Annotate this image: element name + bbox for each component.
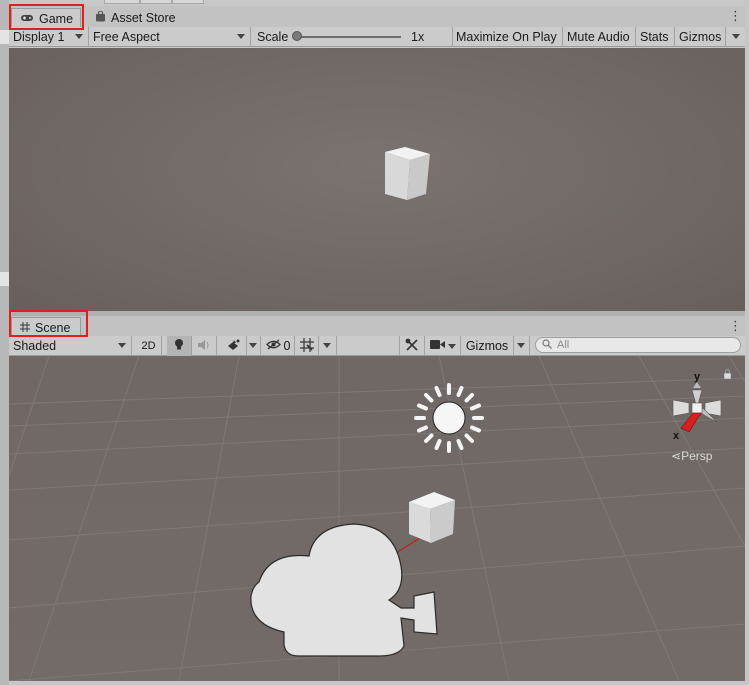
tab-game[interactable]: Game [11,8,81,28]
effects-icon [226,338,242,355]
game-view-canvas [385,147,430,200]
display-dropdown[interactable]: Display 1 [9,27,89,47]
chevron-down-icon [323,343,331,348]
speaker-icon [197,339,211,354]
scene-tab-bar: Scene ⋮ [9,316,745,337]
scene-lighting-toggle[interactable] [167,336,192,356]
cube-object [385,147,430,200]
scale-slider-track[interactable] [297,36,401,38]
scale-label: Scale [257,30,289,44]
mute-audio-label: Mute Audio [567,30,630,44]
cube-object[interactable] [409,492,455,543]
tab-scene[interactable]: Scene [11,317,81,337]
gutter-notch [0,30,9,44]
scene-gizmos-dropdown[interactable] [514,336,530,356]
projection-mode-text: Persp [681,449,713,463]
game-panel-menu-kebab[interactable]: ⋮ [729,9,742,23]
chevron-down-icon [517,343,525,348]
grid-snap-toggle[interactable] [295,336,319,356]
stats-label: Stats [640,30,669,44]
scene-camera-button[interactable] [425,336,461,356]
bottom-window-border [9,681,745,685]
chevron-down-icon [249,343,257,348]
gizmo-y-label: y [694,371,701,383]
tab-game-label: Game [39,11,74,26]
sun-light-icon[interactable] [414,383,484,453]
search-placeholder: All [557,339,570,351]
scene-toolbar: Shaded 2D 0 Gizmos All [9,336,745,356]
scene-view-canvas: y x ⋖Persp [9,356,745,681]
chevron-down-icon [447,343,456,349]
projection-mode-label[interactable]: ⋖Persp [671,449,713,463]
scene-panel: Scene ⋮ Shaded 2D 0 Gizmos All y x ⋖Pers… [9,316,745,681]
scene-audio-toggle[interactable] [192,336,217,356]
maximize-on-play-toggle[interactable]: Maximize On Play [453,27,563,47]
hidden-objects-toggle[interactable]: 0 [262,336,295,356]
mute-audio-toggle[interactable]: Mute Audio [563,27,636,47]
tab-asset-store[interactable]: Asset Store [87,8,184,28]
scene-effects-toggle[interactable] [221,336,247,356]
draw-mode-value: Shaded [13,339,57,353]
game-gizmos-toggle[interactable]: Gizmos [675,27,726,47]
game-gizmos-dropdown[interactable] [726,27,745,47]
scale-value: 1x [411,30,425,44]
search-icon [542,338,552,352]
gamepad-icon [20,12,34,26]
game-toolbar: Display 1 Free Aspect Scale 1x Maximize … [9,27,745,47]
aspect-dropdown[interactable]: Free Aspect [89,27,251,47]
scene-gizmos-toggle[interactable]: Gizmos [461,336,514,356]
scene-gizmos-label: Gizmos [465,339,509,353]
gizmo-x-label: x [673,430,680,442]
chevron-down-icon [118,343,126,348]
gutter-notch [0,272,9,286]
chevron-down-icon [75,34,83,39]
tab-scene-label: Scene [35,320,71,335]
grid-snap-dropdown[interactable] [319,336,337,356]
grid-hash-icon [20,321,30,335]
stats-toggle[interactable]: Stats [636,27,675,47]
draw-mode-dropdown[interactable]: Shaded [9,336,132,356]
toggle-2d-button[interactable]: 2D [136,336,162,356]
hierarchy-search-input[interactable]: All [535,337,741,353]
lightbulb-icon [174,338,184,354]
maximize-on-play-label: Maximize On Play [456,30,557,44]
wrench-tools-icon [405,338,419,355]
scene-panel-menu-kebab[interactable]: ⋮ [729,319,742,333]
chevron-down-icon [237,34,245,39]
video-camera-icon [429,339,446,353]
display-dropdown-value: Display 1 [13,30,65,44]
game-gizmos-label: Gizmos [679,30,722,44]
tab-asset-store-label: Asset Store [111,11,176,25]
chevron-down-icon [732,34,740,39]
hidden-objects-count: 0 [283,339,291,353]
game-panel: Game Asset Store ⋮ Display 1 Free Aspect… [9,6,745,311]
scene-effects-dropdown[interactable] [247,336,261,356]
game-viewport[interactable] [9,48,745,311]
toggle-2d-label: 2D [141,340,156,352]
scene-tools-button[interactable] [399,336,425,356]
shopping-bag-icon [95,10,106,25]
eye-slash-icon [265,339,281,353]
left-window-gutter [0,0,9,685]
scale-control: Scale 1x [251,27,453,47]
aspect-dropdown-value: Free Aspect [93,30,160,44]
right-window-border [745,0,749,685]
game-tab-bar: Game Asset Store ⋮ [9,6,745,28]
grid-snap-icon [299,337,314,355]
scale-slider-handle[interactable] [292,31,302,41]
scene-viewport[interactable]: y x ⋖Persp [9,356,745,681]
